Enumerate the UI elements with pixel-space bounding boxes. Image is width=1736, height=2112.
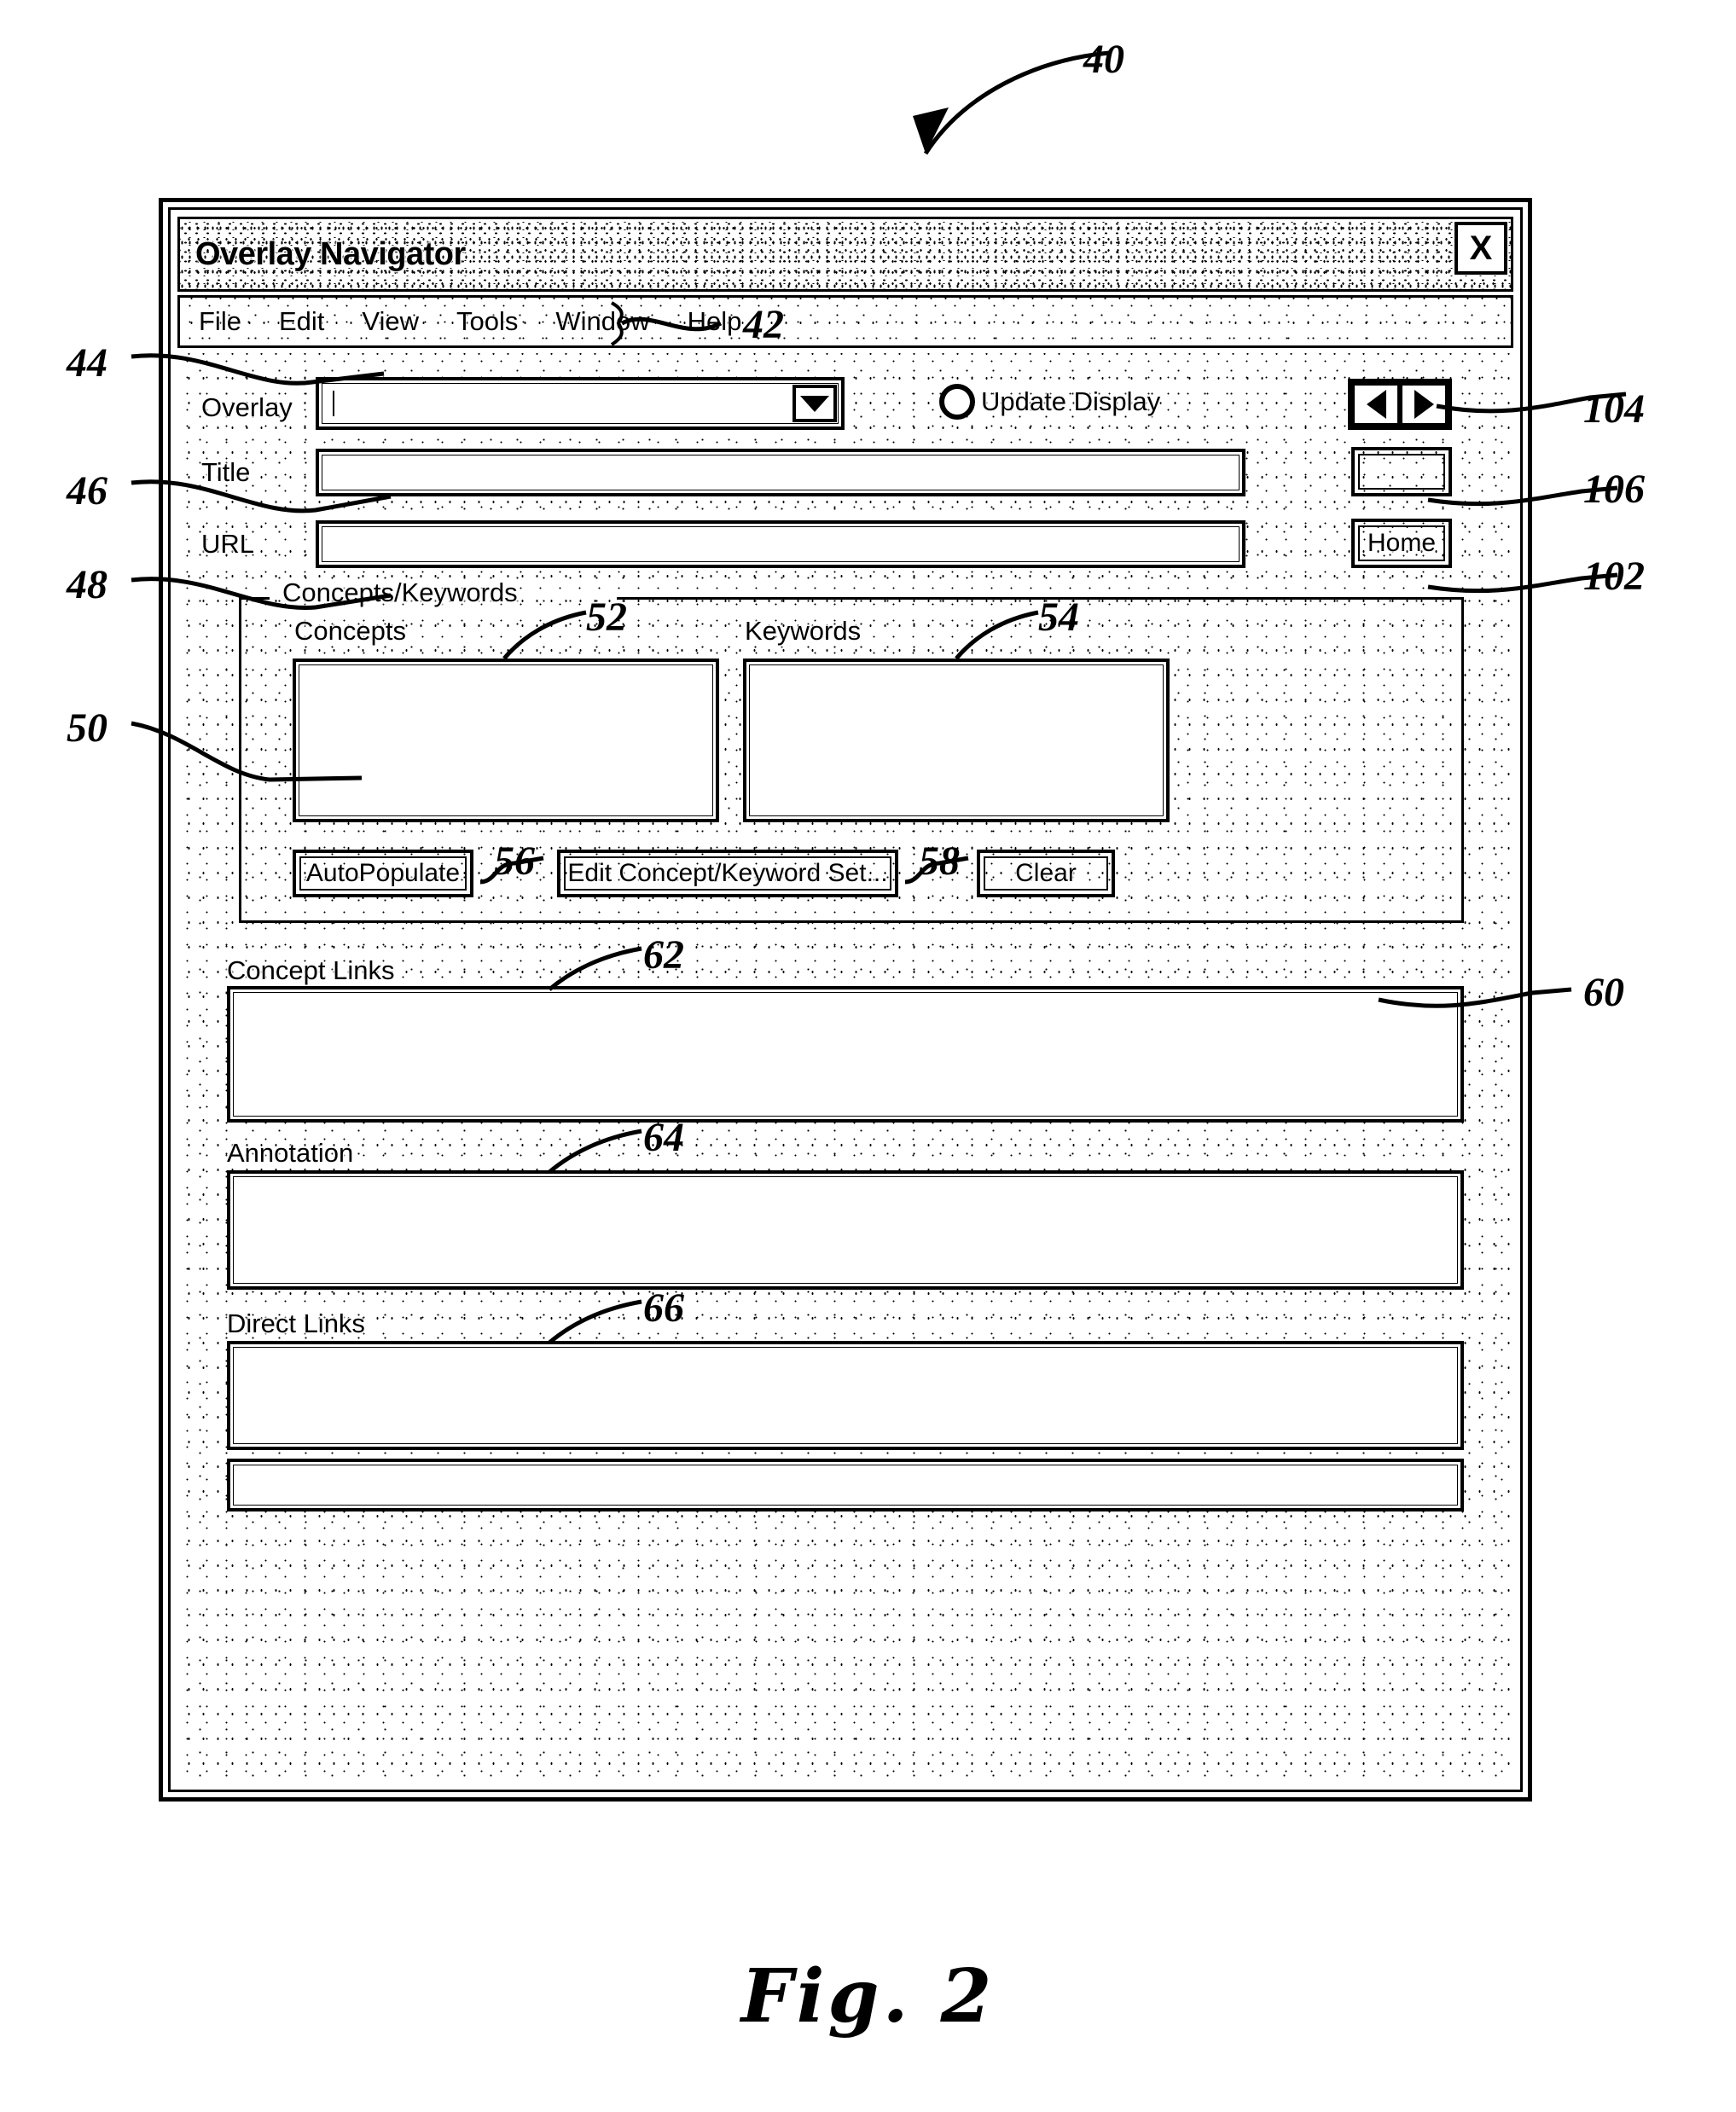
window-title: Overlay Navigator: [195, 235, 466, 272]
close-icon-glyph: X: [1469, 229, 1493, 267]
menu-item-help[interactable]: Help: [688, 306, 742, 337]
group-border-left-segment: [239, 597, 270, 600]
concept-links-listbox[interactable]: [227, 986, 1464, 1123]
ref-numeral-40: 40: [1083, 37, 1124, 82]
ref-numeral-60: 60: [1583, 970, 1624, 1015]
update-display-radio[interactable]: Update Display: [939, 384, 1160, 420]
title-input[interactable]: [316, 449, 1245, 496]
close-icon[interactable]: X: [1454, 222, 1507, 275]
annotation-label: Annotation: [227, 1138, 354, 1168]
direct-links-label: Direct Links: [227, 1308, 365, 1338]
home-button[interactable]: Home: [1351, 519, 1452, 568]
ref-numeral-44: 44: [67, 340, 107, 386]
ref-numeral-62: 62: [643, 932, 684, 978]
ref-numeral-102: 102: [1583, 554, 1645, 599]
direct-links-listbox[interactable]: [227, 1341, 1464, 1450]
navigation-arrow-buttons: [1348, 379, 1452, 430]
menu-item-window[interactable]: Window: [555, 306, 649, 337]
ref-numeral-42: 42: [743, 302, 784, 347]
next-overlay-button[interactable]: [1400, 383, 1448, 426]
radio-circle-icon: [939, 384, 975, 420]
main-panel: Overlay Update Display Title URL Home Co…: [177, 353, 1513, 1783]
ref-numeral-104: 104: [1583, 386, 1645, 432]
keywords-listbox[interactable]: [743, 659, 1170, 822]
ref-numeral-54: 54: [1038, 595, 1079, 640]
concept-links-label: Concept Links: [227, 955, 395, 985]
title-bar: Overlay Navigator X: [177, 217, 1513, 292]
patent-figure: 40 Overlay Navigator X File Edit View To…: [0, 0, 1736, 2112]
status-bar: [227, 1459, 1464, 1511]
chevron-down-icon[interactable]: [793, 385, 837, 422]
menu-item-edit[interactable]: Edit: [279, 306, 324, 337]
triangle-left-icon: [1366, 390, 1386, 419]
menu-item-tools[interactable]: Tools: [456, 306, 518, 337]
menu-item-file[interactable]: File: [199, 306, 241, 337]
text-cursor: [333, 391, 334, 416]
concepts-keywords-group-title: Concepts/Keywords: [282, 577, 518, 607]
autopopulate-button-label: AutoPopulate: [305, 859, 461, 887]
annotation-textarea[interactable]: [227, 1170, 1464, 1290]
ref-numeral-46: 46: [67, 468, 107, 513]
ref-numeral-66: 66: [643, 1285, 684, 1331]
edit-concept-keyword-set-button-label: Edit Concept/Keyword Set...: [567, 859, 888, 887]
concepts-label: Concepts: [294, 616, 406, 646]
concepts-listbox[interactable]: [293, 659, 719, 822]
menu-item-view[interactable]: View: [362, 306, 419, 337]
update-display-label: Update Display: [981, 386, 1161, 416]
menu-bar: File Edit View Tools Window Help 42: [177, 295, 1513, 348]
previous-overlay-button[interactable]: [1352, 383, 1400, 426]
window-inner-frame: Overlay Navigator X File Edit View Tools…: [168, 207, 1523, 1792]
url-input[interactable]: [316, 520, 1245, 568]
overlay-navigator-window: Overlay Navigator X File Edit View Tools…: [159, 198, 1532, 1802]
clear-button-label: Clear: [1015, 859, 1077, 887]
ref-numeral-106: 106: [1583, 467, 1645, 512]
triangle-right-icon: [1414, 390, 1434, 419]
ref-numeral-58: 58: [919, 838, 960, 884]
title-side-button[interactable]: [1351, 447, 1452, 496]
ref-numeral-50: 50: [67, 705, 107, 751]
ref-numeral-56: 56: [494, 838, 535, 884]
autopopulate-button[interactable]: AutoPopulate: [293, 850, 473, 897]
figure-caption: Fig. 2: [740, 1953, 996, 2039]
overlay-combobox[interactable]: [316, 377, 845, 430]
title-label: Title: [201, 457, 251, 487]
ref-numeral-64: 64: [643, 1115, 684, 1160]
ref-numeral-52: 52: [586, 595, 627, 640]
clear-button[interactable]: Clear: [977, 850, 1115, 897]
url-label: URL: [201, 529, 255, 559]
chevron-down-icon-glyph: [800, 395, 829, 412]
home-button-label: Home: [1367, 529, 1437, 557]
overlay-label: Overlay: [201, 392, 293, 422]
ref-numeral-48: 48: [67, 562, 107, 607]
keywords-label: Keywords: [745, 616, 862, 646]
edit-concept-keyword-set-button[interactable]: Edit Concept/Keyword Set...: [557, 850, 898, 897]
concepts-keywords-group: Concepts/Keywords Concepts Keywords Auto…: [239, 577, 1464, 923]
